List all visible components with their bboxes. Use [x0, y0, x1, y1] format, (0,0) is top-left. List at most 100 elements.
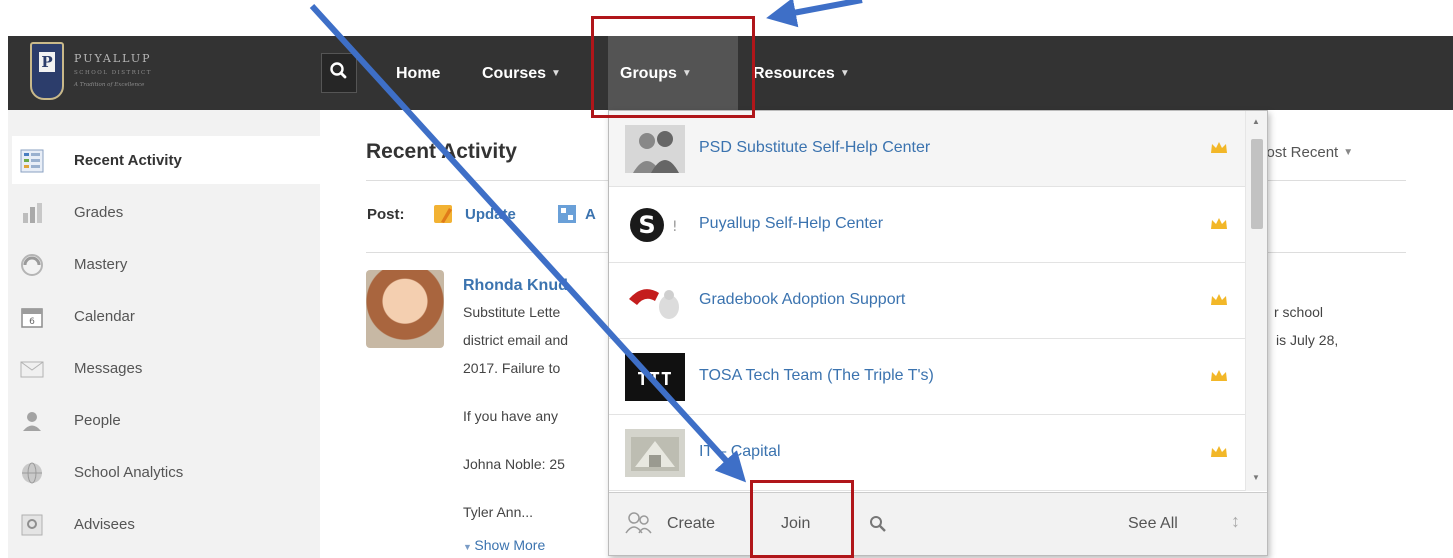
calendar-day-number: 6	[29, 317, 35, 327]
caret-down-icon: ▼	[551, 68, 561, 79]
post-update-button[interactable]: Update	[465, 206, 516, 223]
shield-logo-icon: P	[30, 42, 64, 100]
svg-text:TTT: TTT	[637, 369, 673, 390]
update-icon	[434, 205, 452, 223]
sidebar-item-messages[interactable]: Messages	[20, 344, 320, 394]
show-more-label: Show More	[474, 537, 546, 553]
group-item-it-capital[interactable]: IT – Capital	[609, 415, 1245, 491]
search-icon	[330, 62, 347, 79]
sidebar-item-school-analytics[interactable]: School Analytics	[20, 448, 320, 498]
post-text-line: is July 28,	[1276, 332, 1339, 348]
admin-crown-icon	[1211, 446, 1227, 457]
scroll-down-icon[interactable]: ▼	[1252, 473, 1260, 482]
resize-vertical-icon[interactable]: ↕	[1231, 511, 1240, 532]
logo-name: PUYALLUP	[74, 52, 152, 65]
svg-text:S: S	[638, 211, 655, 239]
post-label: Post:	[367, 206, 405, 223]
sidebar-item-label: School Analytics	[74, 464, 184, 481]
schoology-s-logo-icon: S !	[625, 201, 685, 249]
group-item-gradebook-adoption-support[interactable]: Gradebook Adoption Support	[609, 263, 1245, 339]
sidebar-item-label: Advisees	[74, 516, 135, 533]
sidebar-item-label: Messages	[74, 360, 143, 377]
post-text-line: district email and	[463, 332, 569, 348]
nav-resources[interactable]: Resources ▼	[753, 36, 850, 110]
group-name: IT – Capital	[699, 443, 781, 460]
post-text-line: Tyler Ann...	[463, 504, 534, 520]
left-sidebar: Recent Activity Grades Mastery 6 Calenda…	[8, 110, 320, 558]
see-all-groups-link[interactable]: See All	[1128, 515, 1178, 533]
group-item-puyallup-self-help-center[interactable]: S ! Puyallup Self-Help Center	[609, 187, 1245, 263]
globe-icon	[22, 462, 42, 484]
group-name: TOSA Tech Team (The Triple T's)	[699, 367, 934, 384]
groups-dropdown-menu: PSD Substitute Self-Help Center S ! Puya…	[608, 110, 1268, 556]
caret-down-icon: ▼	[463, 542, 475, 552]
search-button[interactable]	[321, 53, 357, 93]
post-assignment-button[interactable]: A	[585, 206, 596, 223]
nav-courses[interactable]: Courses ▼	[482, 36, 561, 110]
sidebar-item-calendar[interactable]: 6 Calendar	[20, 292, 320, 342]
recent-activity-icon	[20, 149, 44, 173]
admin-crown-icon	[1211, 294, 1227, 305]
dropdown-scrollbar[interactable]: ▲ ▼	[1245, 111, 1267, 491]
logo-subtitle: SCHOOL DISTRICT	[74, 70, 152, 76]
group-item-psd-substitute-self-help-center[interactable]: PSD Substitute Self-Help Center	[609, 111, 1245, 187]
sort-dropdown[interactable]: Most Recent ▼	[1254, 144, 1353, 161]
sidebar-item-label: Grades	[74, 204, 124, 221]
grades-icon	[23, 203, 42, 223]
group-item-tosa-tech-team[interactable]: TTT TOSA Tech Team (The Triple T's)	[609, 339, 1245, 415]
nav-home-label: Home	[396, 65, 441, 82]
annotation-highlight-join	[750, 480, 854, 558]
calendar-icon: 6	[21, 308, 43, 328]
logo-letter: P	[39, 52, 55, 72]
scrollbar-thumb[interactable]	[1251, 139, 1263, 229]
admin-crown-icon	[1211, 370, 1227, 381]
svg-text:!: !	[672, 219, 678, 235]
group-name: Gradebook Adoption Support	[699, 291, 906, 308]
nav-home[interactable]: Home	[396, 36, 440, 110]
sidebar-item-recent-activity[interactable]: Recent Activity	[12, 136, 320, 184]
advisees-icon	[21, 514, 43, 536]
envelope-icon	[20, 361, 44, 378]
groups-dropdown-footer: Create Join See All ↕	[609, 492, 1267, 555]
page-title: Recent Activity	[366, 140, 517, 163]
annotation-arrow-to-groups	[766, 0, 863, 28]
sidebar-item-label: Mastery	[74, 256, 128, 273]
district-logo[interactable]: P PUYALLUP SCHOOL DISTRICT A Tradition o…	[30, 42, 200, 104]
sidebar-item-label: People	[74, 412, 121, 429]
sidebar-item-people[interactable]: People	[20, 396, 320, 446]
post-text-line: If you have any	[463, 408, 558, 424]
sidebar-item-mastery[interactable]: Mastery	[20, 240, 320, 290]
logo-tagline: A Tradition of Excellence	[74, 82, 145, 88]
sidebar-item-grades[interactable]: Grades	[20, 188, 320, 238]
group-name: Puyallup Self-Help Center	[699, 215, 884, 232]
search-icon[interactable]	[869, 515, 887, 533]
avatar[interactable]	[366, 270, 444, 348]
create-group-icon	[625, 512, 652, 534]
post-text-line: Johna Noble: 25	[463, 456, 565, 472]
sidebar-item-label: Recent Activity	[74, 152, 182, 169]
ttt-logo-icon: TTT	[625, 353, 685, 401]
scroll-up-icon[interactable]: ▲	[1252, 117, 1260, 126]
groups-list: PSD Substitute Self-Help Center S ! Puya…	[609, 111, 1245, 491]
show-more-link[interactable]: ▼ Show More	[463, 537, 545, 553]
silhouette-avatar-icon	[625, 125, 685, 173]
admin-crown-icon	[1211, 142, 1227, 153]
sidebar-item-advisees[interactable]: Advisees	[20, 500, 320, 550]
caret-down-icon: ▼	[839, 68, 850, 79]
mastery-icon	[21, 254, 43, 276]
create-group-button[interactable]: Create	[667, 515, 715, 533]
annotation-highlight-groups	[591, 16, 755, 118]
admin-crown-icon	[1211, 218, 1227, 229]
assignment-icon	[558, 205, 576, 223]
nav-resources-label: Resources	[753, 65, 835, 82]
group-name: PSD Substitute Self-Help Center	[699, 139, 931, 156]
post-author[interactable]: Rhonda Knud	[463, 277, 568, 295]
person-icon	[23, 412, 41, 431]
post-text-line: Substitute Lette	[463, 304, 561, 320]
post-text-line: r school	[1274, 304, 1324, 320]
caret-down-icon: ▼	[1343, 147, 1354, 158]
capital-photo-icon	[625, 429, 685, 477]
red-phone-icon	[625, 277, 685, 325]
nav-courses-label: Courses	[482, 65, 547, 82]
post-text-line: 2017. Failure to	[463, 360, 561, 376]
